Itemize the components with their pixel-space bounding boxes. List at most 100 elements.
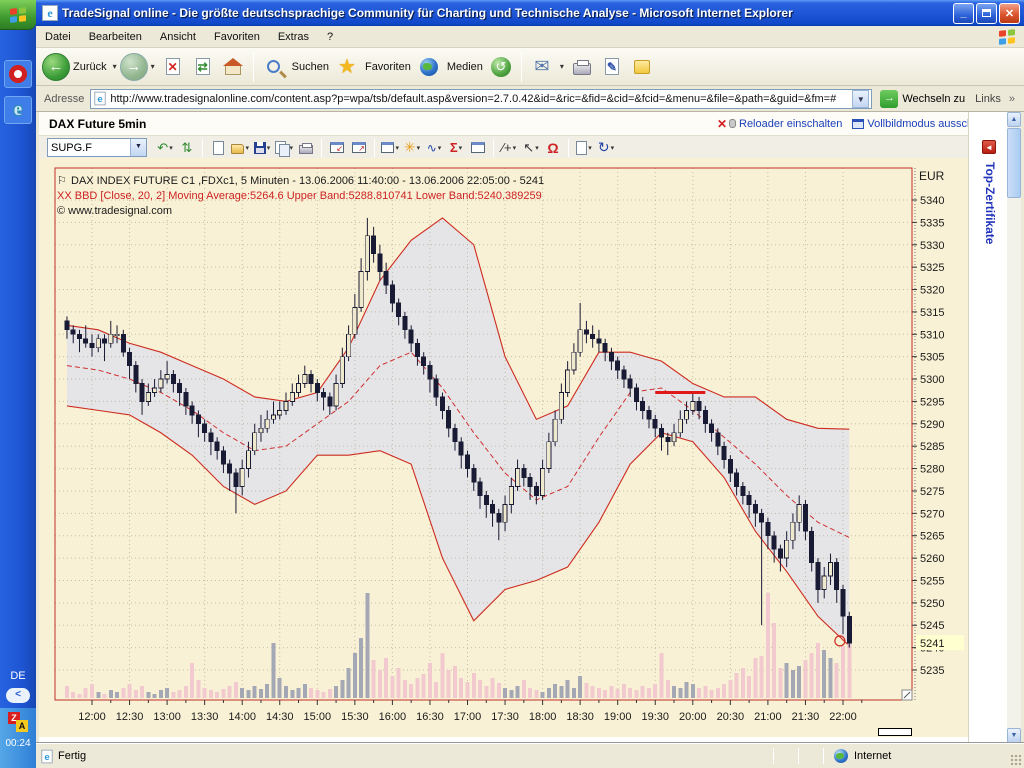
chart-window-icon: ↙: [330, 142, 344, 153]
links-toolbar[interactable]: Links »: [975, 93, 1015, 105]
symbol-dropdown-button[interactable]: ▼: [130, 139, 146, 156]
mail-dropdown[interactable]: ▾: [560, 62, 564, 71]
print-chart-button[interactable]: [296, 138, 316, 157]
maximize-button[interactable]: [976, 3, 997, 24]
save-button[interactable]: ▾: [252, 138, 272, 157]
symbol-combobox[interactable]: SUPG.F ▼: [47, 138, 147, 157]
svg-text:20:30: 20:30: [717, 711, 745, 723]
sigma-icon: Σ: [450, 140, 458, 155]
auto-reload-button[interactable]: ↻▾: [596, 138, 616, 157]
collapse-panel-button[interactable]: ◄: [982, 140, 996, 154]
chart-type-icon: [381, 142, 394, 153]
refresh-button[interactable]: ⇄: [190, 54, 216, 80]
reloader-link[interactable]: ✕ Reloader einschalten: [717, 117, 842, 131]
toolbar-separator: [253, 52, 254, 82]
forward-dropdown[interactable]: ▾: [151, 62, 155, 71]
discuss-icon: [634, 60, 650, 74]
menu-datei[interactable]: Datei: [36, 28, 80, 46]
favorites-star-icon: ★: [338, 54, 356, 79]
toolbar-separator: [521, 52, 522, 82]
study-icon: ∿: [427, 141, 437, 155]
menu-bearbeiten[interactable]: Bearbeiten: [80, 28, 151, 46]
svg-text:5245: 5245: [920, 620, 944, 632]
minimize-button[interactable]: _: [953, 3, 974, 24]
strategy-button[interactable]: Σ▾: [446, 138, 466, 157]
chart-svg[interactable]: EUR5340533553305325532053155310530553005…: [39, 158, 968, 737]
menu-ansicht[interactable]: Ansicht: [151, 28, 205, 46]
title-bar[interactable]: e TradeSignal online - Die größte deutsc…: [36, 0, 1024, 26]
url-text[interactable]: http://www.tradesignalonline.com/content…: [110, 93, 852, 105]
properties-button[interactable]: [468, 138, 488, 157]
scroll-up-button[interactable]: ▲: [1007, 112, 1021, 127]
status-bar: e Fertig Internet: [36, 743, 1024, 768]
mail-button[interactable]: ✉ ▾: [527, 50, 567, 84]
chart-area[interactable]: EUR5340533553305325532053155310530553005…: [39, 158, 968, 737]
svg-text:DAX INDEX FUTURE C1 ,FDXc1, 5: DAX INDEX FUTURE C1 ,FDXc1, 5 Minuten - …: [71, 175, 544, 187]
history-button[interactable]: ↺: [488, 54, 514, 80]
menu-help[interactable]: ?: [318, 28, 342, 46]
window-title: TradeSignal online - Die größte deutschs…: [62, 6, 951, 20]
favorites-button[interactable]: ★ Favoriten: [332, 50, 414, 84]
svg-text:14:30: 14:30: [266, 711, 294, 723]
magnet-button[interactable]: Ω: [543, 138, 563, 157]
zonealarm-tray-icon[interactable]: Z A: [8, 712, 28, 732]
export-chart-button[interactable]: ↗: [349, 138, 369, 157]
scrollbar-thumb[interactable]: [1007, 128, 1021, 198]
stop-button[interactable]: ✕: [160, 54, 186, 80]
indicator-button[interactable]: ✳▾: [402, 138, 422, 157]
refresh-data-button[interactable]: ⇅: [177, 138, 197, 157]
vertical-scrollbar[interactable]: ▲ ▼: [1007, 112, 1021, 743]
address-input[interactable]: e http://www.tradesignalonline.com/conte…: [90, 89, 872, 109]
opera-taskbar-button[interactable]: [4, 60, 32, 88]
import-chart-button[interactable]: ↙: [327, 138, 347, 157]
mail-icon: ✉: [534, 56, 549, 77]
edit-icon: ✎: [605, 58, 619, 75]
undo-button[interactable]: ↶▾: [155, 138, 175, 157]
home-button[interactable]: [220, 54, 246, 80]
cursor-button[interactable]: ↖▾: [521, 138, 541, 157]
svg-text:22:00: 22:00: [829, 711, 857, 723]
internet-zone-icon: [834, 749, 848, 763]
back-dropdown[interactable]: ▾: [113, 62, 117, 71]
menu-extras[interactable]: Extras: [269, 28, 318, 46]
svg-text:5300: 5300: [920, 374, 944, 386]
separator: [374, 139, 375, 157]
address-dropdown-button[interactable]: ▼: [852, 90, 869, 108]
links-chevron[interactable]: »: [1009, 93, 1015, 105]
language-indicator[interactable]: DE: [0, 670, 36, 682]
notes-button[interactable]: ▾: [574, 138, 594, 157]
go-button[interactable]: → Wechseln zu: [880, 90, 965, 108]
copy-button[interactable]: ▾: [274, 138, 294, 157]
go-label: Wechseln zu: [902, 93, 965, 105]
start-button[interactable]: [0, 0, 36, 30]
chart-type-button[interactable]: ▾: [380, 138, 400, 157]
back-button[interactable]: ← Zurück ▾: [42, 50, 120, 84]
search-button[interactable]: Suchen: [259, 50, 332, 84]
svg-text:16:30: 16:30: [416, 711, 444, 723]
svg-text:19:00: 19:00: [604, 711, 632, 723]
new-chart-button[interactable]: [208, 138, 228, 157]
svg-text:15:30: 15:30: [341, 711, 369, 723]
menu-favoriten[interactable]: Favoriten: [205, 28, 269, 46]
chart-scroll-thumb[interactable]: [878, 728, 912, 736]
clock[interactable]: 00:24: [0, 738, 36, 749]
close-button[interactable]: ✕: [999, 3, 1020, 24]
edit-button[interactable]: ✎: [599, 54, 625, 80]
hide-tray-icons-button[interactable]: <: [6, 688, 30, 703]
study-button[interactable]: ∿▾: [424, 138, 444, 157]
print-button[interactable]: [569, 54, 595, 80]
mouse-icon: [729, 119, 736, 128]
forward-button[interactable]: → ▾: [120, 50, 158, 84]
draw-line-button[interactable]: ∕+▾: [499, 138, 519, 157]
side-panel-title[interactable]: Top-Zertifikate: [977, 162, 997, 362]
open-button[interactable]: ▾: [230, 138, 250, 157]
ie-taskbar-button[interactable]: e: [4, 96, 32, 124]
address-label: Adresse: [44, 93, 84, 105]
reloader-x-icon: ✕: [717, 117, 727, 131]
separator: [321, 139, 322, 157]
scroll-down-button[interactable]: ▼: [1007, 728, 1021, 743]
media-button[interactable]: Medien: [414, 50, 486, 84]
status-cell: [799, 744, 823, 768]
discuss-button[interactable]: [629, 54, 655, 80]
resize-grip[interactable]: [1010, 754, 1022, 766]
